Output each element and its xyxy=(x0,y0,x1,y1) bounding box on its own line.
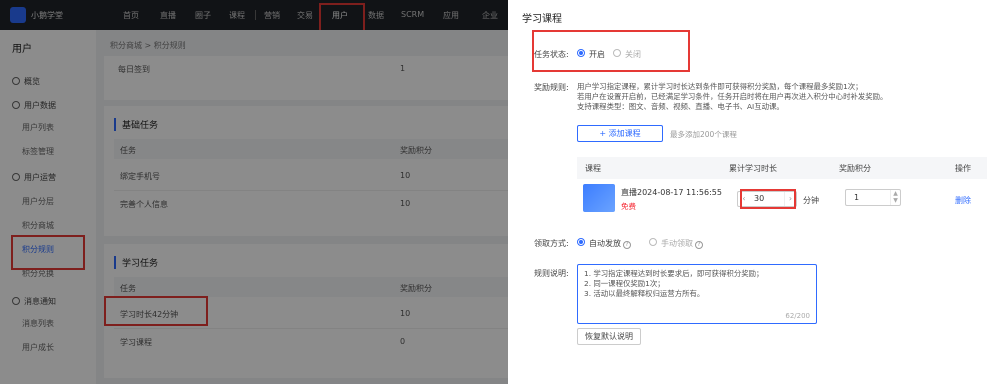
claim-manual-label: 手动领取 xyxy=(661,239,693,248)
rule-line: 支持课程类型：图文、音频、视频、直播、电子书、AI互动课。 xyxy=(577,102,784,111)
points-input[interactable]: 1 ▲ ▼ xyxy=(845,189,901,206)
course-table-header: 课程 累计学习时长 奖励积分 操作 xyxy=(577,157,987,179)
help-icon[interactable]: ? xyxy=(623,241,631,249)
rule-line: 用户学习指定课程，累计学习时长达到条件即可获得积分奖励，每个课程最多奖励1次； xyxy=(577,82,863,91)
desc-line: 1. 学习指定课程达到时长要求后，即可获得积分奖励； xyxy=(584,269,764,278)
claim-manual-radio[interactable] xyxy=(649,238,657,246)
points-value[interactable]: 1 xyxy=(854,193,859,202)
course-name: 直播2024-08-17 11:56:55 xyxy=(621,188,722,197)
help-icon[interactable]: ? xyxy=(695,241,703,249)
delete-course-link[interactable]: 删除 xyxy=(955,195,971,206)
desc-content[interactable]: 1. 学习指定课程达到时长要求后，即可获得积分奖励； 2. 同一课程仅奖励1次；… xyxy=(584,269,763,299)
rule-description: 用户学习指定课程，累计学习时长达到条件即可获得积分奖励，每个课程最多奖励1次； … xyxy=(577,82,887,112)
claim-auto-option[interactable]: 自动发放? xyxy=(589,238,631,249)
status-highlight xyxy=(532,30,690,72)
header-duration: 累计学习时长 xyxy=(729,164,777,173)
add-course-tip: 最多添加200个课程 xyxy=(670,130,737,139)
desc-label: 规则说明: xyxy=(534,269,569,278)
spinner-icon[interactable]: ▲ ▼ xyxy=(890,190,900,205)
learn-course-drawer: 学习课程 任务状态: 开启 关闭 奖励规则: 用户学习指定课程，累计学习时长达到… xyxy=(508,0,1000,384)
course-price-tag: 免费 xyxy=(621,202,636,211)
desc-line: 3. 活动以最终解释权归运营方所有。 xyxy=(584,289,705,298)
duration-highlight xyxy=(740,189,796,209)
header-course: 课程 xyxy=(585,164,601,173)
rule-line: 若用户在设置开启前，已经满足学习条件，任务开启时将在用户再次进入积分中心时补发奖… xyxy=(577,92,888,101)
claim-label: 领取方式: xyxy=(534,239,569,248)
rule-description-textarea[interactable]: 1. 学习指定课程达到时长要求后，即可获得积分奖励； 2. 同一课程仅奖励1次；… xyxy=(577,264,817,324)
restore-default-button[interactable]: 恢复默认说明 xyxy=(577,328,641,345)
claim-auto-radio[interactable] xyxy=(577,238,585,246)
header-action: 操作 xyxy=(955,164,971,173)
course-thumbnail xyxy=(583,184,615,212)
claim-manual-option[interactable]: 手动领取? xyxy=(661,238,703,249)
add-course-button[interactable]: + 添加课程 xyxy=(577,125,663,142)
desc-line: 2. 同一课程仅奖励1次； xyxy=(584,279,665,288)
header-points: 奖励积分 xyxy=(839,164,871,173)
char-counter: 62/200 xyxy=(785,312,810,320)
drawer-title: 学习课程 xyxy=(522,14,562,25)
duration-unit: 分钟 xyxy=(803,196,819,205)
modal-overlay[interactable] xyxy=(0,0,508,384)
claim-auto-label: 自动发放 xyxy=(589,239,621,248)
rule-label: 奖励规则: xyxy=(534,83,569,92)
